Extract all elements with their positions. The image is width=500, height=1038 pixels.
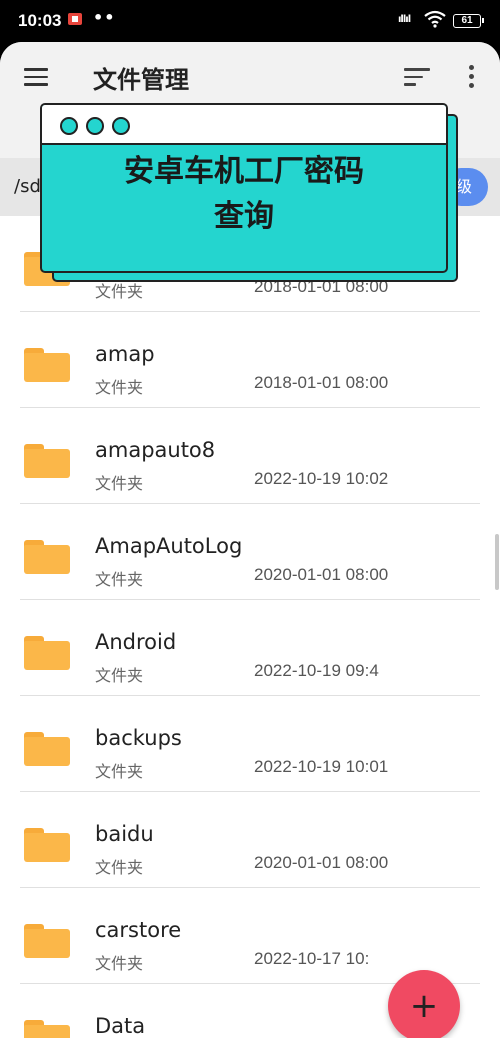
file-date: 2022-10-19 09:4 (254, 661, 379, 680)
current-path: /sd (14, 176, 41, 197)
signal-icon: ıllıl (398, 14, 411, 25)
file-type: 文件夹 (95, 474, 144, 493)
sort-icon[interactable] (404, 68, 430, 86)
folder-icon (24, 924, 70, 958)
file-list: 文件夹 2018-01-01 08:00 amap 文件夹 2018-01-01… (0, 216, 500, 1038)
file-name: backups (95, 726, 182, 750)
list-item[interactable]: backups 文件夹 2022-10-19 10:01 (0, 696, 500, 792)
status-time: 10:03 (18, 11, 62, 30)
window-dot-icon (86, 117, 104, 135)
file-date: 2022-10-19 10:01 (254, 757, 389, 776)
folder-icon (24, 348, 70, 382)
file-type: 文件夹 (95, 762, 144, 781)
folder-icon (24, 732, 70, 766)
app-toolbar: 文件管理 (0, 42, 500, 112)
window-dot-icon (112, 117, 130, 135)
banner-line-1: 安卓车机工厂密码 (124, 154, 364, 189)
file-type: 文件夹 (95, 378, 144, 397)
folder-icon (24, 828, 70, 862)
list-item[interactable]: baidu 文件夹 2020-01-01 08:00 (0, 792, 500, 888)
banner-titlebar (42, 105, 446, 145)
banner-text: 安卓车机工厂密码 查询 (42, 149, 446, 239)
file-name: Android (95, 630, 177, 654)
file-name: Data (95, 1014, 146, 1038)
file-name: amap (95, 342, 155, 366)
file-name: carstore (95, 918, 182, 942)
folder-icon (24, 540, 70, 574)
more-notifications-icon: •• (93, 8, 116, 27)
file-type: 文件夹 (95, 570, 144, 589)
file-type: 文件夹 (95, 666, 144, 685)
status-bar: 10:03 •• ıllıl 61 (0, 0, 500, 42)
folder-icon (24, 636, 70, 670)
file-date: 2022-10-17 10: (254, 949, 370, 968)
scrollbar[interactable] (495, 534, 499, 590)
folder-icon (24, 1020, 70, 1038)
battery-icon: 61 (453, 14, 484, 28)
add-button[interactable]: + (388, 970, 460, 1038)
list-item[interactable]: AmapAutoLog 文件夹 2020-01-01 08:00 (0, 504, 500, 600)
file-name: AmapAutoLog (95, 534, 243, 558)
more-options-icon[interactable] (463, 65, 479, 91)
list-item[interactable]: amap 文件夹 2018-01-01 08:00 (0, 312, 500, 408)
file-date: 2018-01-01 08:00 (254, 373, 389, 392)
overlay-banner: 安卓车机工厂密码 查询 (40, 103, 448, 273)
page-title: 文件管理 (93, 66, 189, 94)
list-item[interactable]: Android 文件夹 2022-10-19 09:4 (0, 600, 500, 696)
folder-icon (24, 444, 70, 478)
file-date: 2022-10-19 10:02 (254, 469, 389, 488)
menu-icon[interactable] (24, 68, 48, 86)
file-name: baidu (95, 822, 154, 846)
window-dot-icon (60, 117, 78, 135)
list-item[interactable]: amapauto8 文件夹 2022-10-19 10:02 (0, 408, 500, 504)
file-type: 文件夹 (95, 954, 144, 973)
file-type: 文件夹 (95, 858, 144, 877)
file-name: amapauto8 (95, 438, 216, 462)
wifi-icon (424, 10, 446, 32)
file-date: 2020-01-01 08:00 (254, 565, 389, 584)
banner-line-2: 查询 (214, 199, 274, 234)
notification-icon (68, 13, 82, 25)
file-date: 2020-01-01 08:00 (254, 853, 389, 872)
